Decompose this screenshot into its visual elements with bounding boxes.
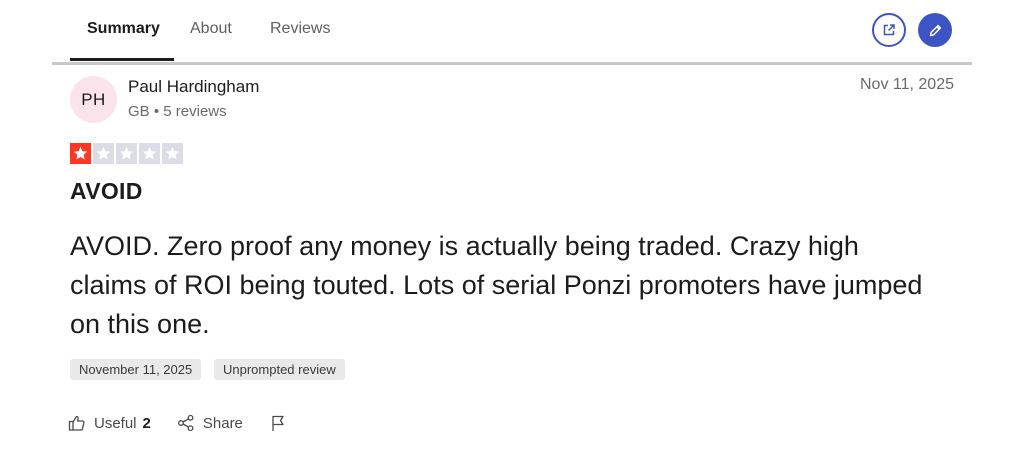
review-body: AVOID. Zero proof any money is actually … (70, 231, 923, 339)
thumbs-up-icon (68, 415, 85, 431)
useful-button[interactable]: Useful 2 (68, 414, 151, 432)
flag-icon (272, 415, 284, 431)
author-meta: GB • 5 reviews (128, 103, 227, 120)
avatar[interactable]: PH (70, 76, 117, 123)
review-title: AVOID (70, 178, 143, 204)
share-icon (177, 414, 194, 432)
external-link-icon (883, 24, 895, 36)
header-divider (52, 62, 972, 65)
edit-button[interactable] (918, 13, 952, 47)
star-empty-icon (139, 143, 160, 164)
star-empty-icon (93, 143, 114, 164)
tab-summary[interactable]: Summary (87, 20, 160, 38)
tab-about[interactable]: About (190, 20, 232, 38)
useful-count: 2 (142, 414, 151, 432)
star-rating (70, 143, 183, 164)
tab-reviews[interactable]: Reviews (270, 20, 330, 38)
pencil-icon (929, 24, 941, 36)
review-actions: Useful 2 Share (68, 414, 287, 432)
useful-label: Useful (94, 414, 137, 432)
date-tag: November 11, 2025 (70, 359, 202, 380)
star-empty-icon (162, 143, 183, 164)
author-name[interactable]: Paul Hardingham (128, 77, 259, 97)
share-button[interactable]: Share (177, 414, 243, 432)
star-empty-icon (116, 143, 137, 164)
star-filled-icon (70, 143, 91, 164)
tab-bar: Summary About Reviews (52, 0, 972, 62)
unprompted-review-tag: Unprompted review (214, 359, 345, 380)
avatar-initials: PH (81, 89, 106, 109)
review-date: Nov 11, 2025 (860, 76, 954, 93)
open-external-button[interactable] (872, 13, 906, 47)
report-button[interactable] (269, 414, 287, 432)
active-tab-indicator (70, 58, 174, 61)
share-label: Share (202, 414, 243, 432)
